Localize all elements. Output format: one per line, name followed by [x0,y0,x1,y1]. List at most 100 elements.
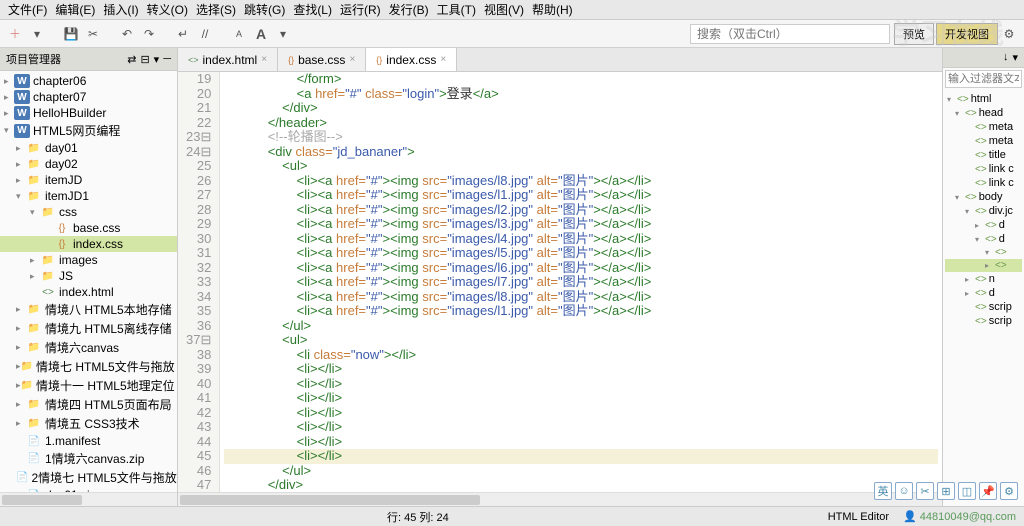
menu-item[interactable]: 帮助(H) [528,1,577,18]
outline-item[interactable]: <>meta [945,134,1022,148]
tree-item[interactable]: ▸WHelloHBuilder [0,105,177,121]
outline-item[interactable]: ▾<>html [945,92,1022,106]
grid-icon[interactable]: ⊞ [937,482,955,500]
outline-item[interactable]: ▸<>n [945,272,1022,286]
tree-item[interactable]: ▸📁images [0,252,177,268]
outline-item[interactable]: <>title [945,148,1022,162]
minimize-icon[interactable]: ─ [163,53,171,66]
tree-item[interactable]: ▾📁css [0,204,177,220]
sort-icon[interactable]: ↓ [1003,51,1009,64]
menu-item[interactable]: 转义(O) [143,1,192,18]
outline-item[interactable]: ▸<>d [945,218,1022,232]
editor-area: <>index.html×{}base.css×{}index.css× 19 … [178,48,942,506]
tree-item[interactable]: ▸📁情境九 HTML5离线存储 [0,319,177,338]
project-tree[interactable]: ▸Wchapter06▸Wchapter07▸WHelloHBuilder▾WH… [0,71,177,492]
tree-item[interactable]: ▾📁itemJD1 [0,188,177,204]
outline-menu-icon[interactable]: ▾ [1012,51,1018,64]
editor-scrollbar[interactable] [178,492,942,506]
outline-item[interactable]: ▾<>head [945,106,1022,120]
close-icon[interactable]: × [261,54,267,65]
code-content[interactable]: </form> <a href="#" class="login">登录</a>… [220,72,942,492]
tree-item[interactable]: ▸📁情境六canvas [0,338,177,357]
close-icon[interactable]: × [440,54,446,65]
outline-item[interactable]: ▾<>d [945,232,1022,246]
close-icon[interactable]: × [349,54,355,65]
sidebar-scrollbar[interactable] [0,492,177,506]
chevron-down-icon[interactable]: ▾ [274,25,292,43]
menu-item[interactable]: 编辑(E) [51,1,99,18]
wrap-icon[interactable]: ↵ [174,25,192,43]
menu-icon[interactable]: ▾ [154,53,160,66]
tree-item[interactable]: ▸📁JS [0,268,177,284]
tree-item[interactable]: ▸📁itemJD [0,172,177,188]
gear-icon[interactable]: ⚙ [1000,482,1018,500]
panel-title: 项目管理器 [6,51,61,67]
tree-item[interactable]: ▸Wchapter06 [0,73,177,89]
menu-item[interactable]: 选择(S) [192,1,240,18]
editor-tab[interactable]: <>index.html× [178,48,278,71]
tree-item[interactable]: 📄1情境六canvas.zip [0,449,177,468]
comment-icon[interactable]: // [196,25,214,43]
outline-item[interactable]: ▾<> [945,246,1022,259]
link-icon[interactable]: ⇄ [127,53,136,66]
menu-item[interactable]: 视图(V) [480,1,528,18]
screenshot-icon[interactable]: ◫ [958,482,976,500]
redo-icon[interactable]: ↷ [140,25,158,43]
save-icon[interactable]: 💾 [62,25,80,43]
menubar: 文件(F)编辑(E)插入(I)转义(O)选择(S)跳转(G)查找(L)运行(R)… [0,0,1024,20]
tree-item[interactable]: ▸📁day02 [0,156,177,172]
outline-item[interactable]: ▾<>div.jc [945,204,1022,218]
tree-item[interactable]: ▸📁day01 [0,140,177,156]
tree-item[interactable]: ▸📁情境八 HTML5本地存储 [0,300,177,319]
cut-icon[interactable]: ✂ [84,25,102,43]
outline-tree[interactable]: ▾<>html▾<>head<>meta<>meta<>title<>link … [943,90,1024,506]
tree-item[interactable]: ▾WHTML5网页编程 [0,121,177,140]
menu-item[interactable]: 运行(R) [336,1,385,18]
editor-type: HTML Editor [828,511,889,523]
menu-item[interactable]: 查找(L) [289,1,336,18]
outline-item[interactable]: <>scrip [945,300,1022,314]
dropdown-icon[interactable]: ▾ [28,25,46,43]
settings-icon[interactable]: ⚙ [1000,25,1018,43]
menu-item[interactable]: 跳转(G) [240,1,289,18]
code-area[interactable]: 19 20 21 22 23⊟24⊟25 26 27 28 29 30 31 3… [178,72,942,492]
editor-tab[interactable]: {}index.css× [366,48,457,71]
outline-filter-input[interactable] [945,70,1022,88]
statusbar: 行: 45 列: 24 HTML Editor 👤 44810049@qq.co… [0,506,1024,526]
outline-item[interactable]: <>scrip [945,314,1022,328]
menu-item[interactable]: 工具(T) [433,1,480,18]
tree-item[interactable]: ▸📁情境十一 HTML5地理定位 [0,376,177,395]
tree-item[interactable]: ▸📁情境四 HTML5页面布局 [0,395,177,414]
tree-item[interactable]: 📄2情境七 HTML5文件与拖放.z [0,468,177,487]
outline-item[interactable]: ▸<>d [945,286,1022,300]
menu-item[interactable]: 文件(F) [4,1,51,18]
outline-item[interactable]: ▾<>body [945,190,1022,204]
search-input[interactable] [690,24,890,44]
font-bigger-icon[interactable]: A [252,25,270,43]
menu-item[interactable]: 发行(B) [385,1,433,18]
editor-tab[interactable]: {}base.css× [278,48,366,71]
font-smaller-icon[interactable]: A [230,25,248,43]
tree-item[interactable]: <>index.html [0,284,177,300]
menu-item[interactable]: 插入(I) [99,1,142,18]
collapse-icon[interactable]: ⊟ [140,53,149,66]
tree-item[interactable]: ▸📁情境五 CSS3技术 [0,414,177,433]
devview-button[interactable]: 开发视图 [936,23,998,45]
english-icon[interactable]: 英 [874,482,892,500]
outline-item[interactable]: ▸<> [945,259,1022,272]
smile-icon[interactable]: ☺ [895,482,913,500]
outline-item[interactable]: <>link c [945,176,1022,190]
scissors-icon[interactable]: ✂ [916,482,934,500]
tree-item[interactable]: {}index.css [0,236,177,252]
tree-item[interactable]: ▸📁情境七 HTML5文件与拖放 [0,357,177,376]
pin-icon[interactable]: 📌 [979,482,997,500]
outline-item[interactable]: <>meta [945,120,1022,134]
tree-item[interactable]: {}base.css [0,220,177,236]
tree-item[interactable]: ▸Wchapter07 [0,89,177,105]
preview-button[interactable]: 预览 [894,23,934,45]
outline-item[interactable]: <>link c [945,162,1022,176]
user-account[interactable]: 👤 44810049@qq.com [903,510,1016,523]
new-icon[interactable]: ＋ [6,25,24,43]
tree-item[interactable]: 📄1.manifest [0,433,177,449]
undo-icon[interactable]: ↶ [118,25,136,43]
